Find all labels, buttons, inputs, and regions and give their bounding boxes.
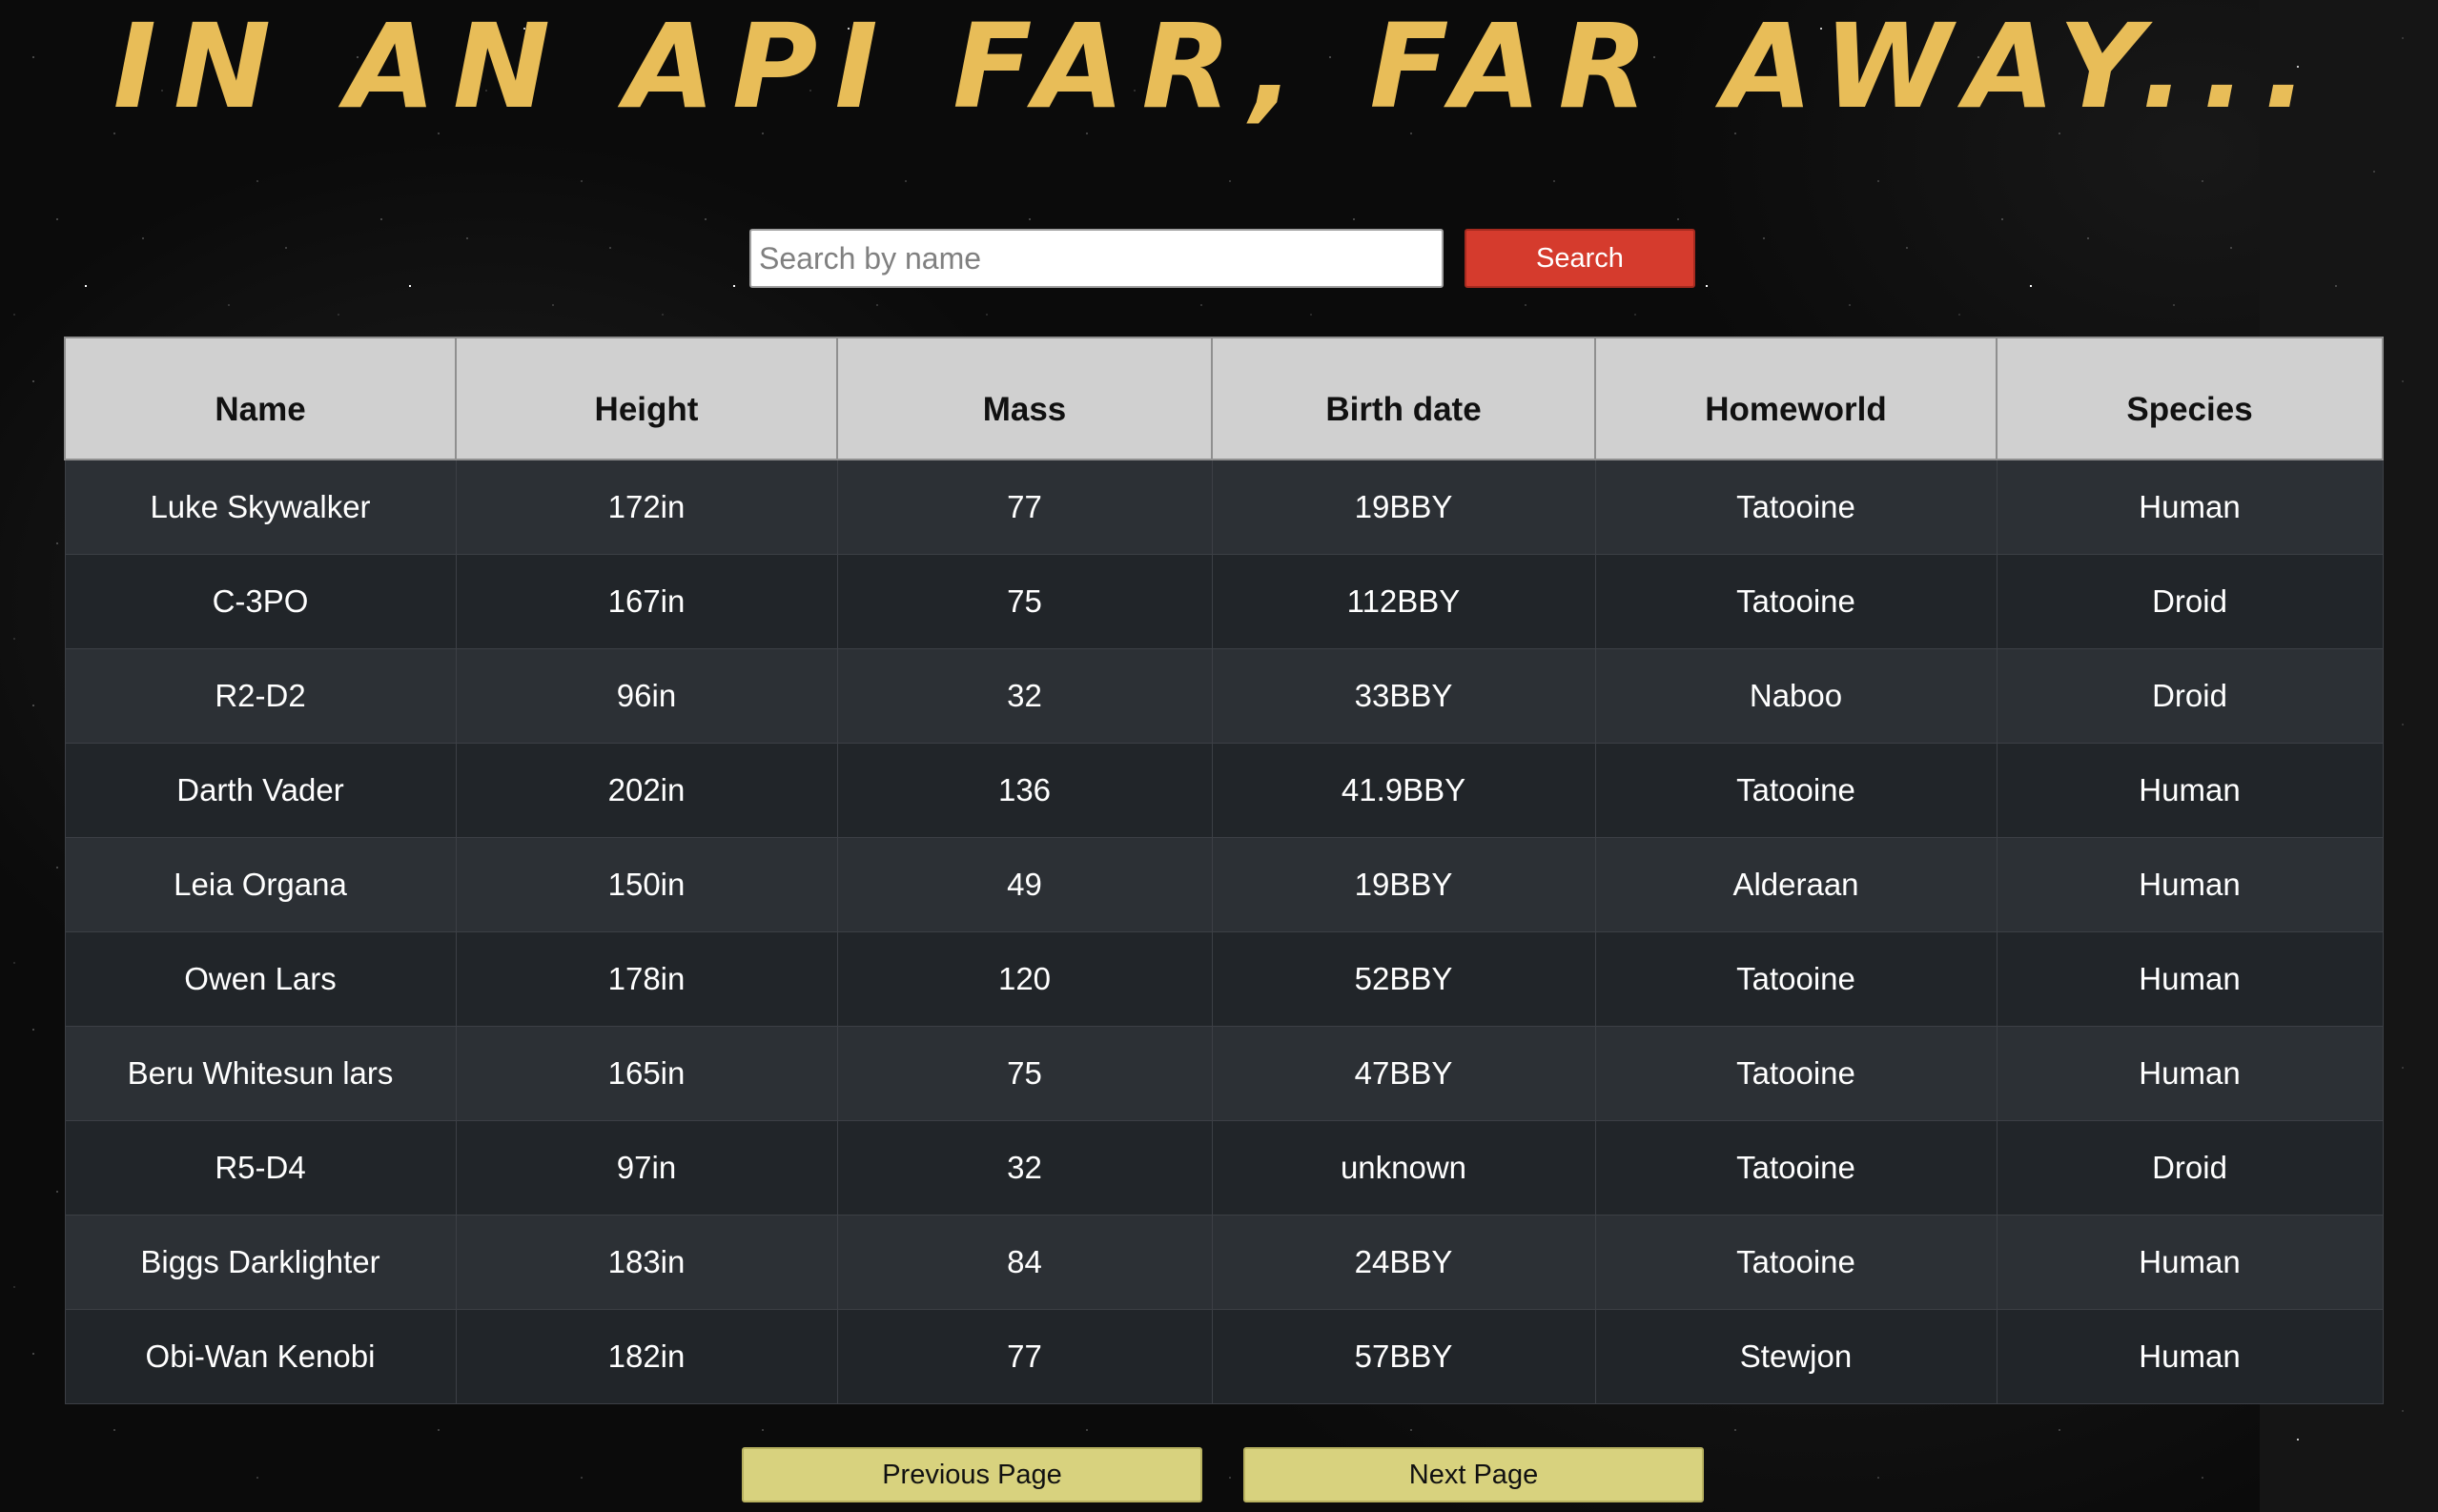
next-page-button[interactable]: Next Page [1243,1447,1704,1502]
column-header-height: Height [455,337,838,460]
cell-height: 167in [455,554,838,649]
cell-height: 165in [455,1026,838,1121]
table-row: Darth Vader 202in 136 41.9BBY Tatooine H… [64,743,2384,838]
cell-mass: 49 [836,837,1213,932]
cell-birth-date: 57BBY [1211,1309,1596,1404]
table-row: R2-D2 96in 32 33BBY Naboo Droid [64,648,2384,744]
cell-mass: 77 [836,459,1213,555]
cell-name: Owen Lars [64,931,457,1027]
cell-homeworld: Tatooine [1594,743,1998,838]
cell-homeworld: Tatooine [1594,1120,1998,1216]
search-input[interactable] [749,229,1444,288]
cell-name: R5-D4 [64,1120,457,1216]
cell-name: Obi-Wan Kenobi [64,1309,457,1404]
cell-name: Luke Skywalker [64,459,457,555]
cell-species: Droid [1996,1120,2384,1216]
table-row: Obi-Wan Kenobi 182in 77 57BBY Stewjon Hu… [64,1309,2384,1404]
cell-mass: 32 [836,648,1213,744]
cell-homeworld: Tatooine [1594,554,1998,649]
cell-height: 178in [455,931,838,1027]
previous-page-button[interactable]: Previous Page [742,1447,1202,1502]
cell-name: Darth Vader [64,743,457,838]
cell-homeworld: Tatooine [1594,1026,1998,1121]
cell-height: 97in [455,1120,838,1216]
cell-species: Human [1996,743,2384,838]
cell-height: 150in [455,837,838,932]
cell-birth-date: unknown [1211,1120,1596,1216]
people-table: Name Height Mass Birth date Homeworld Sp… [64,337,2384,1404]
cell-name: Beru Whitesun lars [64,1026,457,1121]
cell-name: R2-D2 [64,648,457,744]
cell-species: Droid [1996,554,2384,649]
cell-species: Human [1996,931,2384,1027]
cell-height: 96in [455,648,838,744]
cell-mass: 77 [836,1309,1213,1404]
cell-name: Leia Organa [64,837,457,932]
column-header-birth-date: Birth date [1211,337,1596,460]
cell-homeworld: Naboo [1594,648,1998,744]
column-header-species: Species [1996,337,2384,460]
cell-height: 182in [455,1309,838,1404]
cell-mass: 75 [836,554,1213,649]
cell-mass: 32 [836,1120,1213,1216]
table-row: Leia Organa 150in 49 19BBY Alderaan Huma… [64,837,2384,932]
cell-homeworld: Alderaan [1594,837,1998,932]
cell-mass: 75 [836,1026,1213,1121]
cell-birth-date: 47BBY [1211,1026,1596,1121]
cell-species: Human [1996,1309,2384,1404]
cell-birth-date: 33BBY [1211,648,1596,744]
cell-homeworld: Tatooine [1594,1215,1998,1310]
cell-height: 172in [455,459,838,555]
cell-homeworld: Tatooine [1594,459,1998,555]
column-header-name: Name [64,337,457,460]
search-button[interactable]: Search [1465,229,1695,288]
cell-birth-date: 112BBY [1211,554,1596,649]
table-row: Beru Whitesun lars 165in 75 47BBY Tatooi… [64,1026,2384,1121]
cell-height: 202in [455,743,838,838]
page-title: IN AN API FAR, FAR AWAY... [113,0,2325,134]
cell-species: Human [1996,837,2384,932]
table-row: Owen Lars 178in 120 52BBY Tatooine Human [64,931,2384,1027]
cell-name: C-3PO [64,554,457,649]
column-header-homeworld: Homeworld [1594,337,1998,460]
table-row: Biggs Darklighter 183in 84 24BBY Tatooin… [64,1215,2384,1310]
cell-birth-date: 52BBY [1211,931,1596,1027]
cell-species: Human [1996,1026,2384,1121]
cell-mass: 120 [836,931,1213,1027]
cell-name: Biggs Darklighter [64,1215,457,1310]
cell-homeworld: Stewjon [1594,1309,1998,1404]
cell-species: Human [1996,459,2384,555]
table-header-row: Name Height Mass Birth date Homeworld Sp… [64,337,2384,460]
cell-mass: 84 [836,1215,1213,1310]
cell-birth-date: 24BBY [1211,1215,1596,1310]
cell-species: Droid [1996,648,2384,744]
cell-species: Human [1996,1215,2384,1310]
table-row: Luke Skywalker 172in 77 19BBY Tatooine H… [64,459,2384,555]
column-header-mass: Mass [836,337,1213,460]
table-row: R5-D4 97in 32 unknown Tatooine Droid [64,1120,2384,1216]
table-row: C-3PO 167in 75 112BBY Tatooine Droid [64,554,2384,649]
cell-birth-date: 19BBY [1211,459,1596,555]
cell-height: 183in [455,1215,838,1310]
cell-mass: 136 [836,743,1213,838]
cell-birth-date: 41.9BBY [1211,743,1596,838]
cell-homeworld: Tatooine [1594,931,1998,1027]
cell-birth-date: 19BBY [1211,837,1596,932]
